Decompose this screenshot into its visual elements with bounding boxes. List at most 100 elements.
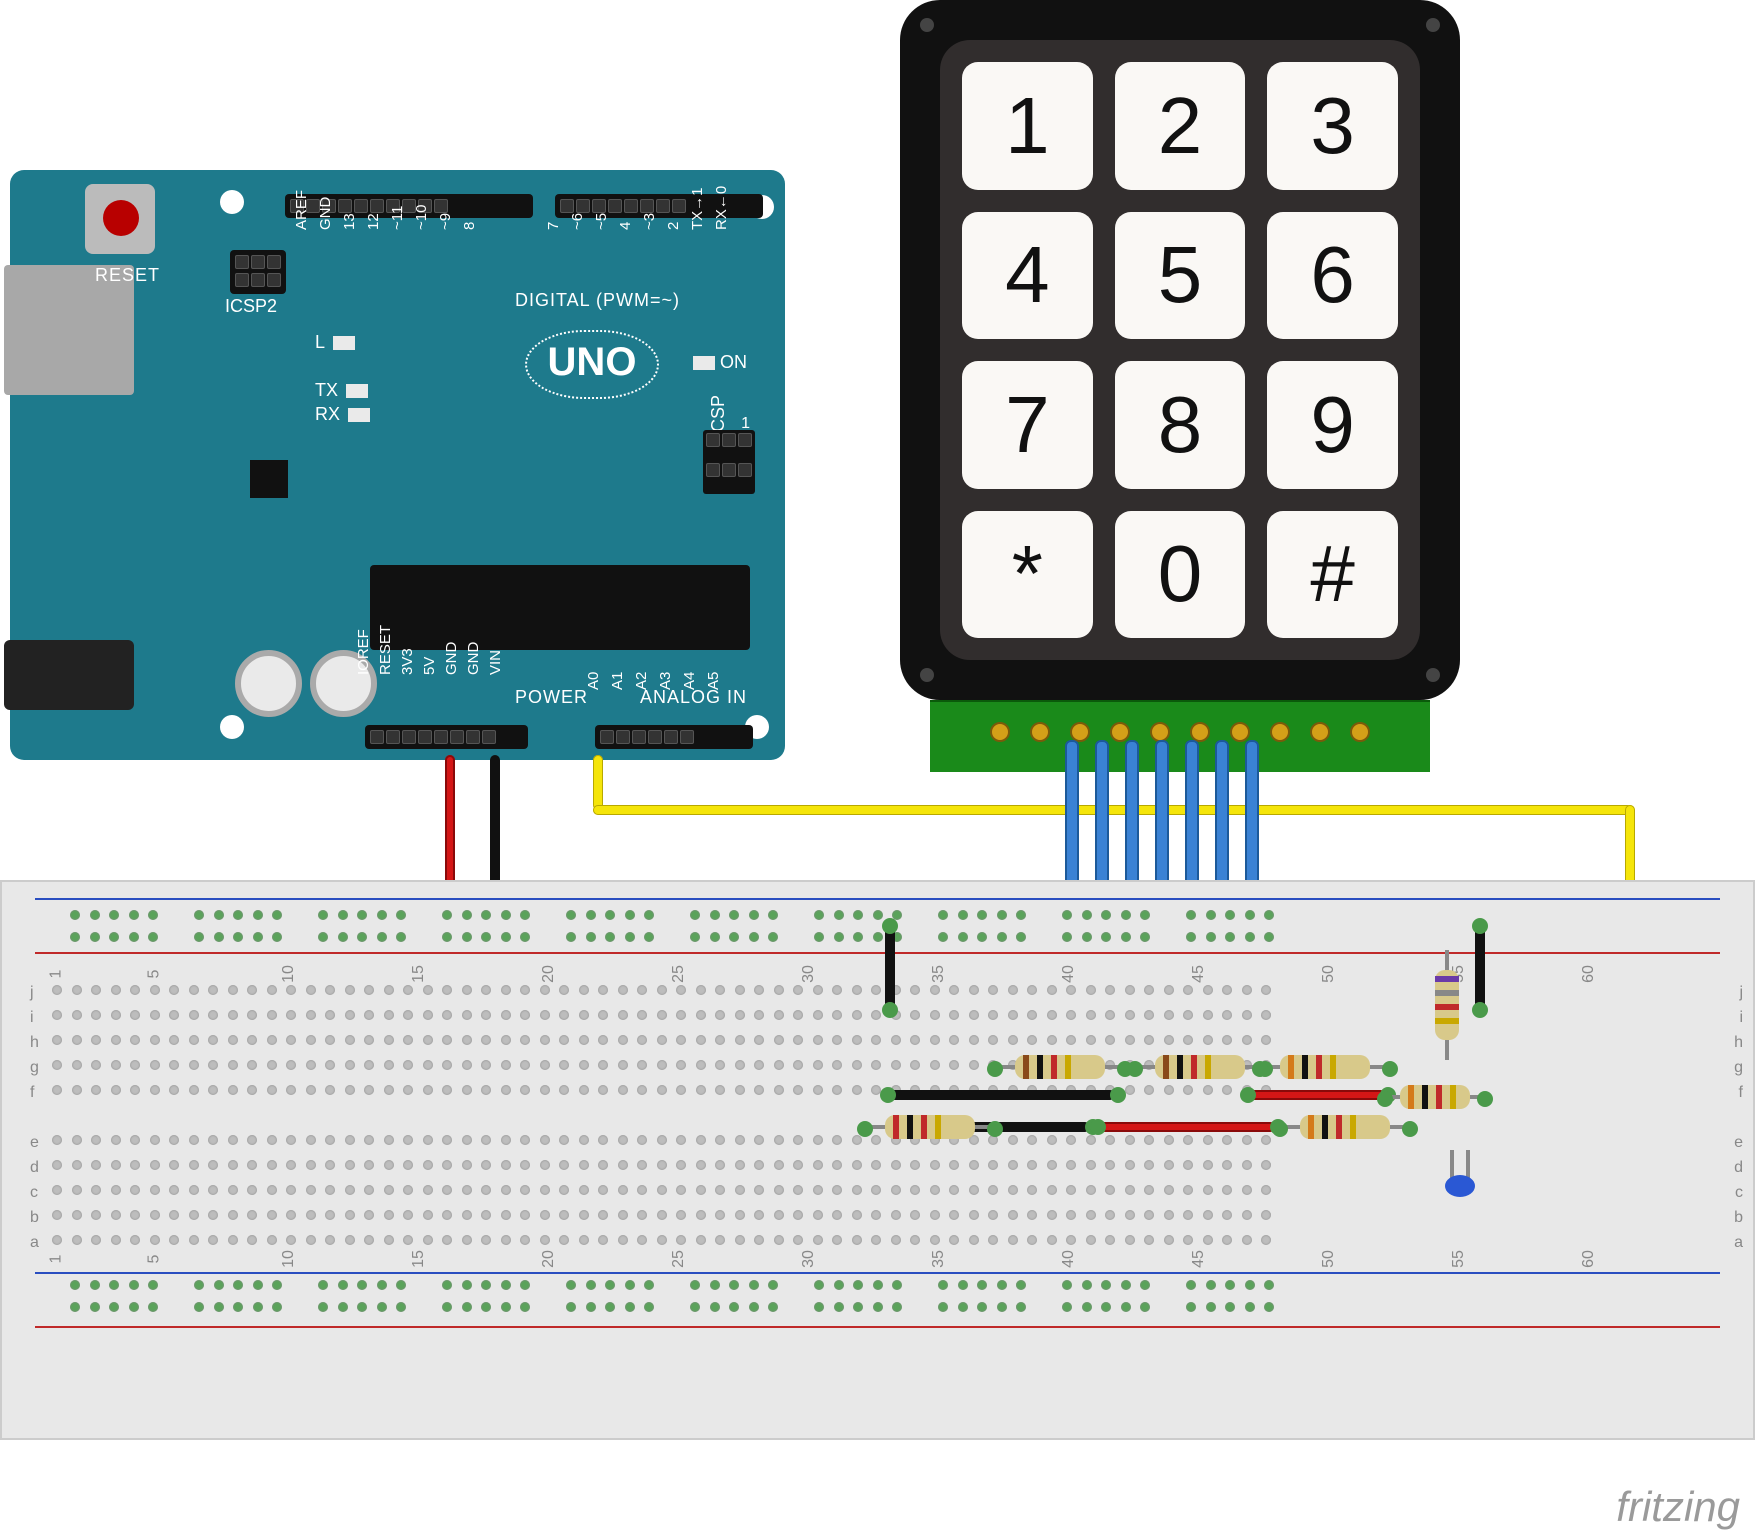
arduino-uno-board: RESET UNO DIGITAL (PWM=~) POWER ANALOG I… [10, 170, 785, 760]
led-rx-label: RX [315, 404, 340, 424]
wire-endpoint [882, 1002, 898, 1018]
keypad-key-*[interactable]: * [962, 511, 1093, 639]
resistor [860, 1115, 1000, 1139]
led-icon [346, 384, 368, 398]
jumper-black-h [885, 1090, 1115, 1100]
bb-row-a [52, 1235, 1735, 1245]
keypad-key-8[interactable]: 8 [1115, 361, 1246, 489]
led-on-row: ON [685, 352, 747, 373]
keypad-key-5[interactable]: 5 [1115, 212, 1246, 340]
led-on-label: ON [720, 352, 747, 372]
pin-label: A5 [705, 672, 722, 690]
chip-icon [250, 460, 288, 498]
bb-col-number: 1 [47, 970, 65, 979]
wire-a0-v1 [593, 755, 603, 810]
bb-col-number: 55 [1450, 1250, 1468, 1268]
mcu-chip [370, 565, 750, 650]
bb-col-number: 20 [540, 1250, 558, 1268]
pcb-pad [1150, 722, 1170, 742]
bb-col-number: 25 [670, 965, 688, 983]
board-model-label: UNO [525, 330, 659, 399]
bb-row-label: d [1734, 1155, 1743, 1180]
pcb-pad [1350, 722, 1370, 742]
keypad-key-1[interactable]: 1 [962, 62, 1093, 190]
pin-label: 5V [421, 657, 438, 675]
jumper-black [885, 922, 895, 1012]
pin-label: A4 [681, 672, 698, 690]
bb-row-h [52, 1035, 1735, 1045]
keypad-key-3[interactable]: 3 [1267, 62, 1398, 190]
reset-button[interactable] [85, 184, 155, 254]
pin-label: A0 [585, 672, 602, 690]
pin-label: 13 [341, 213, 358, 230]
bb-col-number: 40 [1060, 965, 1078, 983]
wire-endpoint [880, 1087, 896, 1103]
resistor [1275, 1115, 1415, 1139]
pin-label: ~6 [569, 213, 586, 230]
keypad-key-#[interactable]: # [1267, 511, 1398, 639]
keypad-key-4[interactable]: 4 [962, 212, 1093, 340]
pin-label: GND [465, 642, 482, 675]
bb-col-number: 40 [1060, 1250, 1078, 1268]
pin-label: 4 [617, 222, 634, 230]
keypad-key-7[interactable]: 7 [962, 361, 1093, 489]
keypad-key-9[interactable]: 9 [1267, 361, 1398, 489]
led-tx-row: TX [315, 380, 368, 401]
pin-label: IOREF [355, 629, 372, 675]
bb-col-number: 25 [670, 1250, 688, 1268]
pin-label: RESET [377, 625, 394, 675]
bb-row-label: f [1734, 1080, 1743, 1105]
bb-col-number: 30 [800, 1250, 818, 1268]
bb-col-number: 5 [145, 970, 163, 979]
wire-endpoint [1090, 1119, 1106, 1135]
bb-row-label: e [30, 1130, 39, 1155]
bb-col-number: 45 [1190, 965, 1208, 983]
pcb-pad [1110, 722, 1130, 742]
pin-label: GND [443, 642, 460, 675]
keypad-key-0[interactable]: 0 [1115, 511, 1246, 639]
bb-row-label: f [30, 1080, 39, 1105]
pin-label: ~3 [641, 213, 658, 230]
pin-label: 12 [365, 213, 382, 230]
bb-row-label: a [30, 1230, 39, 1255]
pcb-pad [990, 722, 1010, 742]
bb-row-label: b [1734, 1205, 1743, 1230]
keypad-key-grid: 123 456 789 *0# [940, 40, 1420, 660]
bb-col-number: 10 [280, 965, 298, 983]
bb-row-label: b [30, 1205, 39, 1230]
keypad-pcb [930, 700, 1430, 772]
bb-row-label: e [1734, 1130, 1743, 1155]
pin-label: TX→1 [689, 187, 706, 230]
icsp-header [703, 430, 755, 494]
led-l-row: L [315, 332, 355, 353]
keypad-module: 123 456 789 *0# [900, 0, 1460, 700]
mounting-hole [920, 18, 934, 32]
diagram-canvas: RESET UNO DIGITAL (PWM=~) POWER ANALOG I… [0, 0, 1755, 1539]
pcb-pad [1190, 722, 1210, 742]
pin-label: ~10 [413, 205, 430, 230]
keypad-key-2[interactable]: 2 [1115, 62, 1246, 190]
pin-label: 8 [461, 222, 478, 230]
bb-col-number: 10 [280, 1250, 298, 1268]
keypad-key-6[interactable]: 6 [1267, 212, 1398, 340]
analog-header-label: ANALOG IN [640, 687, 747, 708]
analog-header [595, 725, 753, 749]
pin-label: A3 [657, 672, 674, 690]
icsp2-header [230, 250, 286, 294]
wire-endpoint [1472, 918, 1488, 934]
breadboard: jihgf jihgf edcba edcba 1510152025303540… [0, 880, 1755, 1440]
pin-label: ~11 [389, 206, 406, 230]
jumper-red-h [1095, 1122, 1275, 1132]
bb-col-number: 35 [930, 965, 948, 983]
digital-header-right [555, 194, 763, 218]
capacitor-icon [235, 650, 302, 717]
pcb-pad [1310, 722, 1330, 742]
pin-label: GND [317, 197, 334, 230]
bb-col-number: 30 [800, 965, 818, 983]
bb-col-number: 15 [410, 965, 428, 983]
pin-label: 7 [545, 222, 562, 230]
mounting-hole [220, 715, 244, 739]
resistor [1130, 1055, 1270, 1079]
mounting-hole [1426, 668, 1440, 682]
led-rx-row: RX [315, 404, 370, 425]
